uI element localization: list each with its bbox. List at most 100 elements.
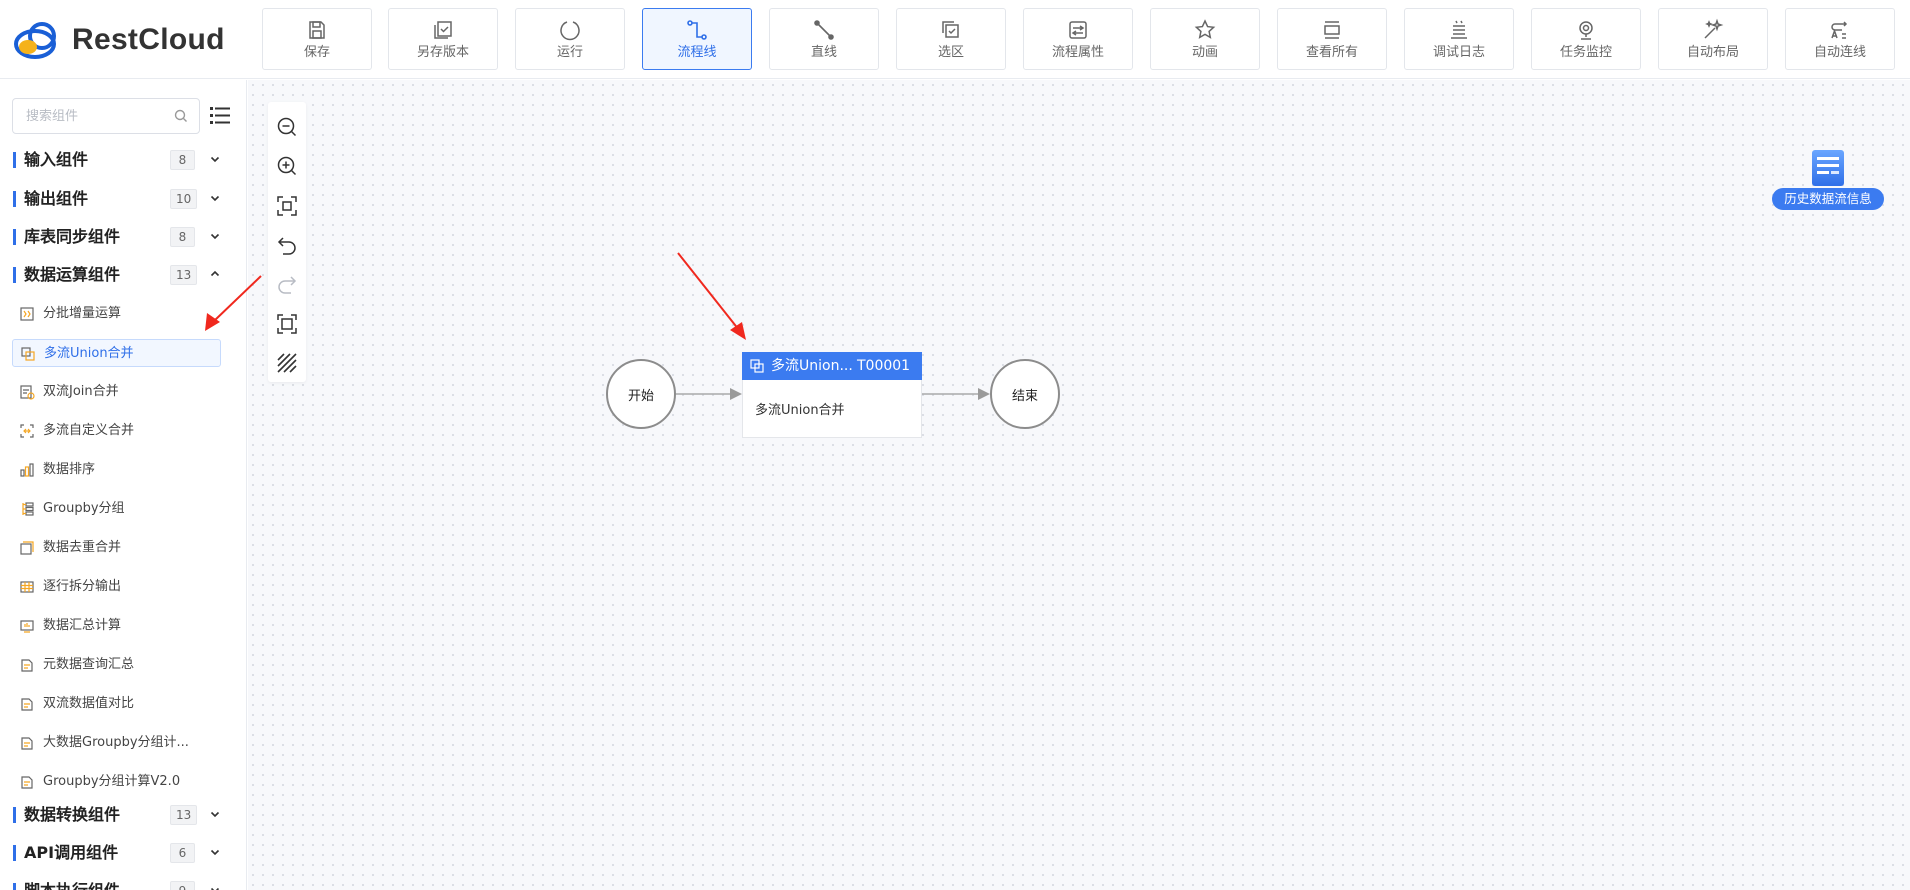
save-icon <box>309 20 325 39</box>
start-node[interactable]: 开始 <box>606 359 676 429</box>
straight-line-icon <box>814 19 834 40</box>
history-dataflow-label: 历史数据流信息 <box>1772 188 1884 210</box>
component-search-input[interactable] <box>13 99 173 133</box>
category-data-transform[interactable]: 数据转换组件 13 <box>0 800 246 830</box>
save-version-button[interactable]: 另存版本 <box>388 8 498 70</box>
component-item-label: 分批增量运算 <box>43 306 122 321</box>
component-item-dual-join[interactable]: 双流Join合并 <box>12 378 221 406</box>
task-node-id: T00001 <box>857 358 911 374</box>
category-label: API调用组件 <box>24 843 119 862</box>
chevron-down-icon <box>210 811 220 818</box>
component-item-dual-compare[interactable]: 双流数据值对比 <box>12 690 221 718</box>
save-version-icon <box>434 20 452 39</box>
multi-union-icon <box>21 347 35 361</box>
auto-connect-button[interactable]: 自动连线 <box>1785 8 1895 70</box>
debug-log-button[interactable]: 调试日志 <box>1404 8 1514 70</box>
component-item-label: 数据排序 <box>43 462 96 477</box>
flow-connectors <box>675 388 990 400</box>
groupby-icon <box>22 502 34 516</box>
custom-merge-icon <box>20 424 34 438</box>
component-item-label: 多流自定义合并 <box>43 423 135 438</box>
component-item-label: Groupby分组计算V2.0 <box>43 774 181 789</box>
component-item-label: 数据去重合并 <box>43 540 122 555</box>
select-area-button[interactable]: 选区 <box>896 8 1006 70</box>
component-item-label: 多流Union合并 <box>44 346 134 361</box>
top-bar: RestCloud 保存 另存版本 运行 流程线 直线 选区 流程属性 动画 查… <box>0 0 1910 79</box>
multi-union-icon <box>750 359 764 373</box>
component-item-label: 双流Join合并 <box>43 384 119 399</box>
flow-canvas[interactable]: 开始 多流Union... T00001 多流Union合并 结束 历史数据流信… <box>248 80 1910 890</box>
category-label: 输出组件 <box>24 189 89 208</box>
component-item-label: 数据汇总计算 <box>43 618 122 633</box>
category-input[interactable]: 输入组件 8 <box>0 145 246 175</box>
chevron-down-icon <box>210 887 220 890</box>
component-item-groupby-v2[interactable]: Groupby分组计算V2.0 <box>12 768 221 796</box>
end-node[interactable]: 结束 <box>990 359 1060 429</box>
metadata-query-icon <box>21 659 33 672</box>
animation-label: 动画 <box>1191 44 1218 60</box>
chevron-down-icon <box>210 849 220 856</box>
logo-text: RestCloud <box>72 23 225 56</box>
flow-properties-button[interactable]: 流程属性 <box>1023 8 1133 70</box>
category-script-exec[interactable]: 脚本执行组件 9 <box>0 876 246 890</box>
flow-properties-label: 流程属性 <box>1051 44 1104 60</box>
component-item-bigdata-groupby[interactable]: 大数据Groupby分组计... <box>12 729 221 757</box>
auto-layout-label: 自动布局 <box>1686 44 1739 60</box>
component-item-batch-increment[interactable]: 分批增量运算 <box>12 300 221 328</box>
save-button[interactable]: 保存 <box>262 8 372 70</box>
task-node-name: 多流Union... <box>771 358 853 374</box>
search-icon[interactable] <box>173 108 189 124</box>
arrowhead-icon <box>730 388 742 400</box>
component-item-data-sort[interactable]: 数据排序 <box>12 456 221 484</box>
chevron-down-icon <box>210 233 220 240</box>
component-item-summary-calc[interactable]: 数据汇总计算 <box>12 612 221 640</box>
view-all-icon <box>1324 20 1340 39</box>
task-monitor-button[interactable]: 任务监控 <box>1531 8 1641 70</box>
run-button[interactable]: 运行 <box>515 8 625 70</box>
restcloud-logo-icon <box>14 22 56 59</box>
bigdata-groupby-icon <box>21 737 33 750</box>
chevron-up-icon <box>210 270 220 277</box>
category-output[interactable]: 输出组件 10 <box>0 184 246 214</box>
category-count-badge: 9 <box>170 881 195 890</box>
category-api-call[interactable]: API调用组件 6 <box>0 838 246 868</box>
debug-log-icon <box>1451 20 1467 39</box>
component-item-custom-merge[interactable]: 多流自定义合并 <box>12 417 221 445</box>
list-view-icon[interactable] <box>208 104 232 128</box>
flow-properties-icon <box>1069 20 1087 39</box>
auto-layout-button[interactable]: 自动布局 <box>1658 8 1768 70</box>
animation-star-icon <box>1194 18 1216 39</box>
category-table-sync[interactable]: 库表同步组件 8 <box>0 222 246 252</box>
category-label: 脚本执行组件 <box>24 880 120 890</box>
component-item-label: 逐行拆分输出 <box>43 579 122 594</box>
dual-join-icon <box>20 385 35 400</box>
batch-increment-icon <box>20 307 34 321</box>
history-document-icon <box>1812 150 1844 186</box>
auto-connect-icon <box>1831 20 1848 39</box>
flow-line-label: 流程线 <box>677 44 717 60</box>
view-all-label: 查看所有 <box>1305 44 1358 60</box>
category-label: 数据转换组件 <box>24 805 121 824</box>
component-item-metadata-query[interactable]: 元数据查询汇总 <box>12 651 221 679</box>
flow-line-button[interactable]: 流程线 <box>642 8 752 70</box>
task-node-description: 多流Union合并 <box>755 403 845 418</box>
category-data-compute[interactable]: 数据运算组件 13 <box>0 260 246 290</box>
category-label: 库表同步组件 <box>24 227 121 246</box>
component-item-groupby[interactable]: Groupby分组 <box>12 495 221 523</box>
task-node-union[interactable]: 多流Union... T00001 多流Union合并 <box>742 352 922 438</box>
task-node-header: 多流Union... T00001 <box>742 352 922 380</box>
animation-button[interactable]: 动画 <box>1150 8 1260 70</box>
summary-calc-icon <box>20 620 34 633</box>
component-item-dedupe-merge[interactable]: 数据去重合并 <box>12 534 221 562</box>
category-count-badge: 10 <box>170 189 198 209</box>
straight-line-button[interactable]: 直线 <box>769 8 879 70</box>
save-version-label: 另存版本 <box>416 44 469 60</box>
run-icon <box>560 20 580 40</box>
category-count-badge: 13 <box>170 805 198 825</box>
component-item-row-split[interactable]: 逐行拆分输出 <box>12 573 221 601</box>
save-label: 保存 <box>303 44 330 60</box>
view-all-button[interactable]: 查看所有 <box>1277 8 1387 70</box>
component-item-multi-union[interactable]: 多流Union合并 <box>12 339 221 367</box>
category-marker <box>13 229 16 245</box>
history-dataflow-button[interactable]: 历史数据流信息 <box>1772 146 1884 216</box>
